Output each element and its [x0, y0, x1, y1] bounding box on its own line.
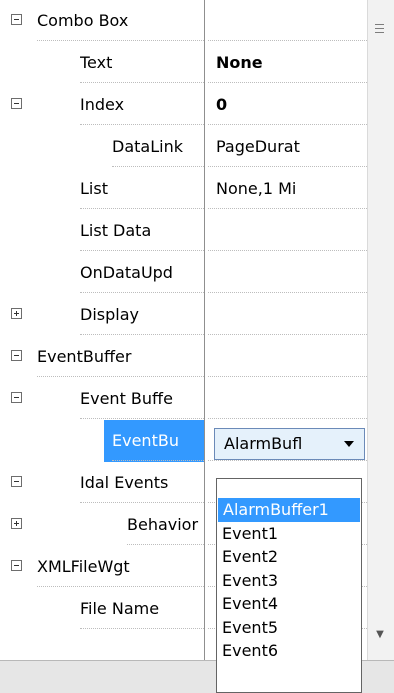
- property-row-event-buffe[interactable]: Event Buffe: [0, 378, 367, 420]
- property-value[interactable]: [208, 0, 367, 41]
- property-row-text[interactable]: Text None: [0, 42, 367, 84]
- dropdown-option[interactable]: Event4: [217, 592, 361, 616]
- property-name: Behavior: [127, 504, 204, 545]
- expand-icon[interactable]: [11, 308, 22, 319]
- combo-dropdown-list[interactable]: AlarmBuffer1 Event1 Event2 Event3 Event4…: [216, 478, 362, 693]
- property-value[interactable]: None: [208, 42, 367, 83]
- property-row-index[interactable]: Index 0: [0, 84, 367, 126]
- property-name: File Name: [80, 588, 204, 629]
- property-name: EventBu: [112, 420, 204, 461]
- property-row-datalink[interactable]: DataLink PageDurat: [0, 126, 367, 168]
- scroll-down-arrow-icon[interactable]: ▼: [373, 626, 387, 644]
- collapse-icon[interactable]: [11, 14, 22, 25]
- property-name: Text: [80, 42, 204, 83]
- column-divider[interactable]: [204, 0, 205, 660]
- property-value[interactable]: [208, 294, 367, 335]
- property-value[interactable]: [208, 252, 367, 293]
- property-name: DataLink: [112, 126, 204, 167]
- property-row-ondataupd[interactable]: OnDataUpd: [0, 252, 367, 294]
- dropdown-option[interactable]: Event6: [217, 639, 361, 663]
- property-value[interactable]: [208, 336, 367, 377]
- property-name: OnDataUpd: [80, 252, 204, 293]
- collapse-icon[interactable]: [11, 560, 22, 571]
- property-row-display[interactable]: Display: [0, 294, 367, 336]
- property-value[interactable]: 0: [208, 84, 367, 125]
- property-name: Event Buffe: [80, 378, 204, 419]
- dropdown-option[interactable]: Event3: [217, 569, 361, 593]
- dropdown-option[interactable]: Event5: [217, 616, 361, 640]
- property-name: List Data: [80, 210, 204, 251]
- property-name: Idal Events: [80, 462, 204, 503]
- dropdown-option[interactable]: Event1: [217, 522, 361, 546]
- collapse-icon[interactable]: [11, 476, 22, 487]
- property-name: XMLFileWgt: [37, 546, 204, 587]
- dropdown-arrow-icon[interactable]: [344, 441, 354, 447]
- property-row-combo-box[interactable]: Combo Box: [0, 0, 367, 42]
- property-name: List: [80, 168, 204, 209]
- property-name: Index: [80, 84, 204, 125]
- collapse-icon[interactable]: [11, 392, 22, 403]
- property-value[interactable]: PageDurat: [208, 126, 367, 167]
- combo-selected-value: AlarmBufl: [224, 434, 303, 453]
- scrollbar-grip-icon: [375, 24, 384, 35]
- property-row-list-data[interactable]: List Data: [0, 210, 367, 252]
- dropdown-option[interactable]: Event2: [217, 545, 361, 569]
- eventbuffer-combo-box[interactable]: AlarmBufl: [214, 428, 365, 460]
- scrollbar-thumb[interactable]: [373, 0, 386, 630]
- property-value[interactable]: None,1 Mi: [208, 168, 367, 209]
- expand-icon[interactable]: [11, 518, 22, 529]
- property-value[interactable]: [208, 210, 367, 251]
- dropdown-option[interactable]: AlarmBuffer1: [218, 498, 360, 522]
- property-name: Display: [80, 294, 204, 335]
- property-row-list[interactable]: List None,1 Mi: [0, 168, 367, 210]
- property-value[interactable]: [208, 378, 367, 419]
- collapse-icon[interactable]: [11, 98, 22, 109]
- property-row-eventbuffer[interactable]: EventBuffer: [0, 336, 367, 378]
- property-name: EventBuffer: [37, 336, 204, 377]
- collapse-icon[interactable]: [11, 350, 22, 361]
- property-name: Combo Box: [37, 0, 204, 41]
